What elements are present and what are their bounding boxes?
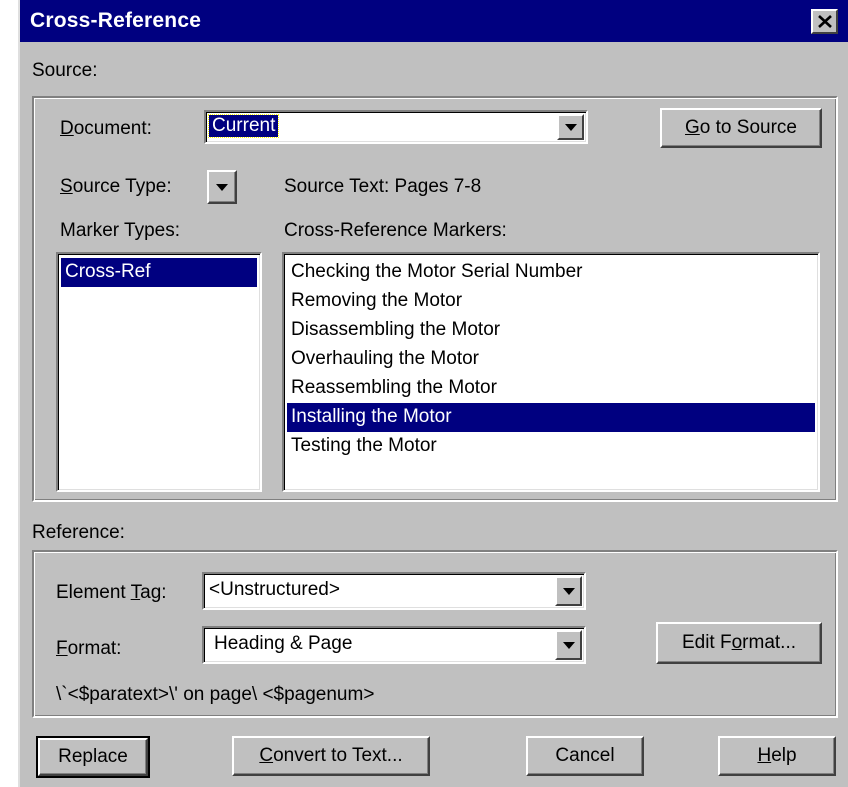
- document-label: Document:: [60, 118, 152, 139]
- element-tag-label: Element Tag:: [56, 582, 167, 603]
- list-item[interactable]: Reassembling the Motor: [287, 374, 815, 403]
- format-select[interactable]: Heading & Page: [202, 626, 586, 664]
- convert-to-text-button[interactable]: Convert to Text...: [232, 736, 430, 776]
- list-item[interactable]: Testing the Motor: [287, 432, 815, 461]
- list-item[interactable]: Installing the Motor: [287, 403, 815, 432]
- list-item[interactable]: Checking the Motor Serial Number: [287, 258, 815, 287]
- source-type-label: Source Type:: [60, 176, 172, 197]
- source-group: Document: Current Go to Source Source Ty…: [32, 96, 838, 502]
- list-item[interactable]: Disassembling the Motor: [287, 316, 815, 345]
- element-tag-dropdown-button[interactable]: [555, 576, 582, 606]
- document-select[interactable]: Current: [204, 110, 588, 144]
- list-item[interactable]: Overhauling the Motor: [287, 345, 815, 374]
- title-bar: Cross-Reference: [20, 0, 848, 42]
- cross-reference-dialog: Cross-Reference Source: Document: Curren…: [18, 0, 848, 787]
- reference-group: Element Tag: <Unstructured> Format: Head…: [32, 550, 838, 718]
- chevron-down-icon: [216, 184, 228, 191]
- edit-format-button[interactable]: Edit Format...: [656, 622, 822, 664]
- marker-types-label: Marker Types:: [60, 220, 181, 241]
- close-icon: [818, 15, 832, 28]
- format-value: Heading & Page: [214, 633, 353, 654]
- go-to-source-button[interactable]: Go to Source: [660, 108, 822, 148]
- help-button[interactable]: Help: [718, 736, 836, 776]
- window-title: Cross-Reference: [30, 9, 202, 32]
- cross-reference-markers-list[interactable]: Checking the Motor Serial Number Removing…: [282, 252, 820, 492]
- chevron-down-icon: [564, 124, 577, 131]
- element-tag-value: <Unstructured>: [209, 579, 340, 600]
- source-type-dropdown[interactable]: [207, 170, 237, 204]
- format-dropdown-button[interactable]: [555, 630, 582, 660]
- document-dropdown-button[interactable]: [557, 114, 584, 140]
- format-label: Format:: [56, 638, 122, 659]
- source-text: Source Text: Pages 7-8: [284, 176, 482, 197]
- cancel-button[interactable]: Cancel: [526, 736, 644, 776]
- close-button[interactable]: [811, 9, 838, 34]
- marker-types-list[interactable]: Cross-Ref: [56, 252, 262, 492]
- list-item[interactable]: Cross-Ref: [61, 258, 257, 287]
- chevron-down-icon: [562, 588, 575, 595]
- document-value: Current: [207, 114, 280, 138]
- replace-button[interactable]: Replace: [36, 736, 150, 778]
- format-definition-text: \`<$paratext>\' on page\ <$pagenum>: [56, 684, 375, 705]
- source-group-label: Source:: [32, 60, 98, 81]
- chevron-down-icon: [562, 642, 575, 649]
- list-item[interactable]: Removing the Motor: [287, 287, 815, 316]
- reference-group-label: Reference:: [32, 522, 125, 543]
- element-tag-select[interactable]: <Unstructured>: [202, 572, 586, 610]
- cross-reference-markers-label: Cross-Reference Markers:: [284, 220, 507, 241]
